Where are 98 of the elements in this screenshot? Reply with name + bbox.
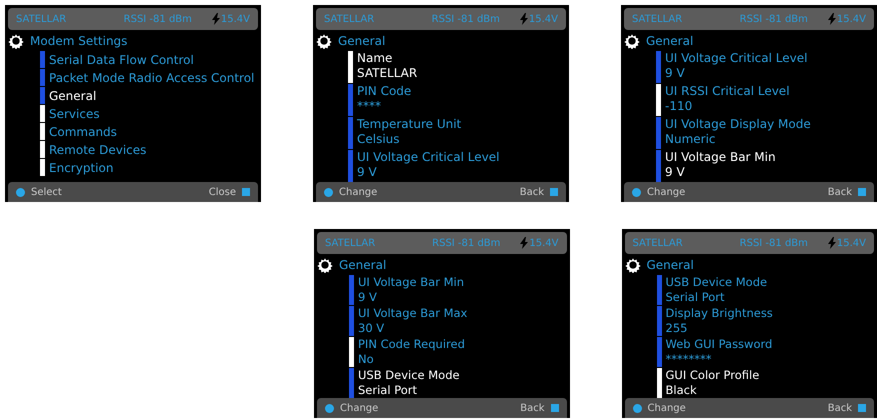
lightning-icon (520, 237, 528, 249)
screen-title: General (646, 257, 694, 274)
setting-label: UI Voltage Critical Level (357, 150, 500, 165)
rssi-reading: RSSI -81 dBm (740, 236, 808, 250)
voltage-reading: 15.4V (836, 12, 866, 26)
menu-item[interactable]: GUI Color Profile Black (662, 368, 760, 398)
circle-button-icon (632, 188, 641, 196)
setting-label: PIN Code (357, 84, 412, 99)
setting-label: Web GUI Password (666, 337, 772, 352)
softkey-label[interactable]: Back (828, 400, 852, 416)
setting-value: **** (357, 99, 382, 114)
settings-icon (316, 33, 332, 49)
softkey-label[interactable]: Back (520, 400, 544, 416)
setting-value: ******** (666, 352, 712, 367)
menu-item[interactable]: UI Voltage Bar Max 30 V (354, 306, 468, 337)
voltage-reading: 15.4V (528, 12, 558, 26)
setting-label: UI Voltage Critical Level (665, 51, 808, 66)
settings-icon (624, 33, 640, 49)
menu-item[interactable]: Web GUI Password ******** (662, 337, 772, 368)
menu-item[interactable]: USB Device Mode Serial Port (354, 368, 460, 398)
softkey-label[interactable]: Change (339, 184, 378, 200)
square-button-icon (242, 188, 250, 196)
softkey-label[interactable]: Select (31, 184, 62, 200)
screen-title: General (339, 257, 386, 274)
square-button-icon (550, 188, 558, 196)
setting-label: PIN Code Required (358, 337, 465, 352)
softkey-label[interactable]: Change (340, 400, 378, 416)
setting-value: 255 (666, 321, 688, 336)
device-name: SATELLAR (16, 12, 66, 26)
lightning-icon (828, 13, 836, 25)
setting-label: USB Device Mode (358, 368, 460, 383)
softkey-label[interactable]: Change (648, 400, 686, 416)
softkey-label[interactable]: Back (520, 184, 544, 200)
setting-value: 9 V (665, 165, 686, 180)
menu-item[interactable]: UI RSSI Critical Level -110 (661, 84, 790, 117)
setting-label: UI Voltage Bar Min (358, 275, 464, 290)
menu-item[interactable]: UI Voltage Display Mode Numeric (661, 117, 811, 150)
lightning-icon (212, 13, 220, 25)
setting-value: 30 V (358, 321, 386, 336)
device-name: SATELLAR (325, 236, 376, 250)
square-button-icon (550, 404, 558, 412)
setting-label: GUI Color Profile (666, 368, 760, 383)
menu-item[interactable]: USB Device Mode Serial Port (662, 275, 768, 306)
circle-button-icon (632, 404, 642, 412)
setting-value: 9 V (665, 66, 686, 81)
lightning-icon (520, 13, 528, 25)
circle-button-icon (325, 404, 334, 412)
rssi-reading: RSSI -81 dBm (740, 12, 808, 26)
square-button-icon (858, 404, 866, 412)
menu-item[interactable]: PIN Code **** (353, 84, 412, 117)
screen-title: General (338, 33, 386, 50)
menu-item[interactable]: Name SATELLAR (353, 51, 418, 84)
lightning-icon (828, 237, 836, 249)
menu-item[interactable]: UI Voltage Critical Level 9 V (353, 150, 500, 182)
setting-value: SATELLAR (357, 66, 418, 81)
voltage-reading: 15.4V (529, 236, 558, 250)
setting-label: USB Device Mode (666, 275, 768, 290)
menu-item[interactable]: UI Voltage Critical Level 9 V (661, 51, 808, 84)
setting-value: Black (666, 383, 698, 398)
setting-value: Serial Port (666, 290, 726, 305)
device-name: SATELLAR (632, 236, 683, 250)
menu-item[interactable]: PIN Code Required No (354, 337, 465, 368)
rssi-reading: RSSI -81 dBm (432, 12, 500, 26)
softkey-label[interactable]: Change (647, 184, 686, 200)
settings-icon (624, 257, 640, 273)
setting-label: Name (357, 51, 394, 66)
setting-label: Temperature Unit (357, 117, 462, 132)
setting-value: No (358, 352, 375, 367)
setting-label: Display Brightness (666, 306, 773, 321)
setting-label: UI RSSI Critical Level (665, 84, 790, 99)
setting-value: 9 V (357, 165, 378, 180)
menu-item[interactable]: Display Brightness 255 (662, 306, 773, 337)
rssi-reading: RSSI -81 dBm (124, 12, 192, 26)
device-name: SATELLAR (324, 12, 374, 26)
softkey-label[interactable]: Close (208, 184, 236, 200)
square-button-icon (858, 188, 866, 196)
circle-button-icon (16, 188, 25, 196)
settings-icon (8, 33, 24, 49)
device-name: SATELLAR (632, 12, 682, 26)
rssi-reading: RSSI -81 dBm (432, 236, 500, 250)
setting-label: UI Voltage Display Mode (665, 117, 811, 132)
voltage-reading: 15.4V (836, 236, 866, 250)
setting-value: Celsius (357, 132, 401, 147)
softkey-label[interactable]: Back (828, 184, 852, 200)
menu-item[interactable]: UI Voltage Bar Min 9 V (354, 275, 464, 306)
circle-button-icon (324, 188, 333, 196)
setting-value: 9 V (358, 290, 378, 305)
setting-value: Numeric (665, 132, 717, 147)
menu-item[interactable]: Temperature Unit Celsius (353, 117, 462, 150)
setting-label: UI Voltage Bar Max (358, 306, 468, 321)
setting-value: Serial Port (358, 383, 418, 398)
setting-label: UI Voltage Bar Min (665, 150, 776, 165)
screen-title: General (646, 33, 694, 50)
menu-item[interactable]: UI Voltage Bar Min 9 V (661, 150, 776, 182)
setting-value: -110 (665, 99, 694, 114)
settings-icon (317, 257, 333, 273)
voltage-reading: 15.4V (220, 12, 250, 26)
screen-title: Modem Settings (30, 33, 128, 50)
